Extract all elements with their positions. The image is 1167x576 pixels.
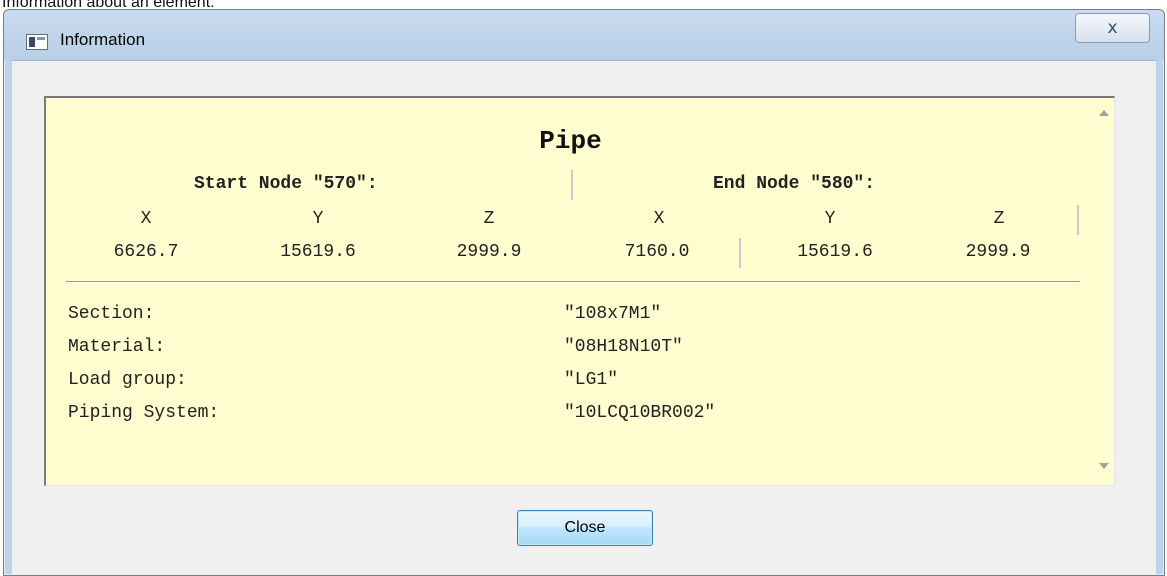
axis-label-start-z: Z — [483, 209, 495, 229]
property-name-load-group: Load group: — [68, 370, 187, 390]
scroll-down-arrow-icon[interactable] — [1099, 463, 1109, 469]
axis-label-end-x: X — [653, 209, 665, 229]
dialog-client-area: Pipe Start Node "570": End Node "580": X… — [12, 60, 1156, 575]
element-type-title: Pipe — [539, 126, 602, 156]
end-x-value: 7160.0 — [624, 242, 690, 262]
start-y-value: 15619.6 — [280, 242, 356, 262]
scroll-up-arrow-icon[interactable] — [1099, 110, 1109, 116]
title-bar[interactable]: Information ⅹ — [4, 10, 1164, 60]
property-value-material: "08H18N10T" — [564, 337, 683, 357]
property-value-piping-system: "10LCQ10BR002" — [564, 403, 716, 423]
axis-label-start-y: Y — [312, 209, 324, 229]
start-z-value: 2999.9 — [456, 242, 522, 262]
end-y-value: 15619.6 — [797, 242, 873, 262]
close-button[interactable]: Close — [517, 510, 653, 546]
property-name-section: Section: — [68, 304, 155, 324]
coord-divider — [739, 238, 741, 268]
information-dialog: Information ⅹ Pipe Start Node "570": End… — [3, 9, 1165, 576]
property-name-material: Material: — [68, 337, 166, 357]
end-node-label: End Node "580": — [713, 174, 876, 194]
end-z-value: 2999.9 — [965, 242, 1031, 262]
property-value-section: "108x7M1" — [564, 304, 662, 324]
close-x-icon[interactable]: ⅹ — [1075, 13, 1150, 43]
section-divider — [66, 281, 1080, 282]
property-value-load-group: "LG1" — [564, 370, 619, 390]
axis-label-start-x: X — [140, 209, 152, 229]
property-name-piping-system: Piping System: — [68, 403, 220, 423]
axis-label-end-y: Y — [824, 209, 836, 229]
window-app-icon — [26, 34, 48, 50]
window-title: Information — [60, 30, 146, 49]
vertical-scrollbar[interactable] — [1094, 98, 1114, 485]
start-node-label: Start Node "570": — [194, 174, 378, 194]
axis-divider — [1077, 205, 1079, 235]
axis-label-end-z: Z — [993, 209, 1005, 229]
start-x-value: 6626.7 — [113, 242, 179, 262]
header-divider — [571, 170, 573, 200]
element-info-panel: Pipe Start Node "570": End Node "580": X… — [44, 96, 1115, 486]
